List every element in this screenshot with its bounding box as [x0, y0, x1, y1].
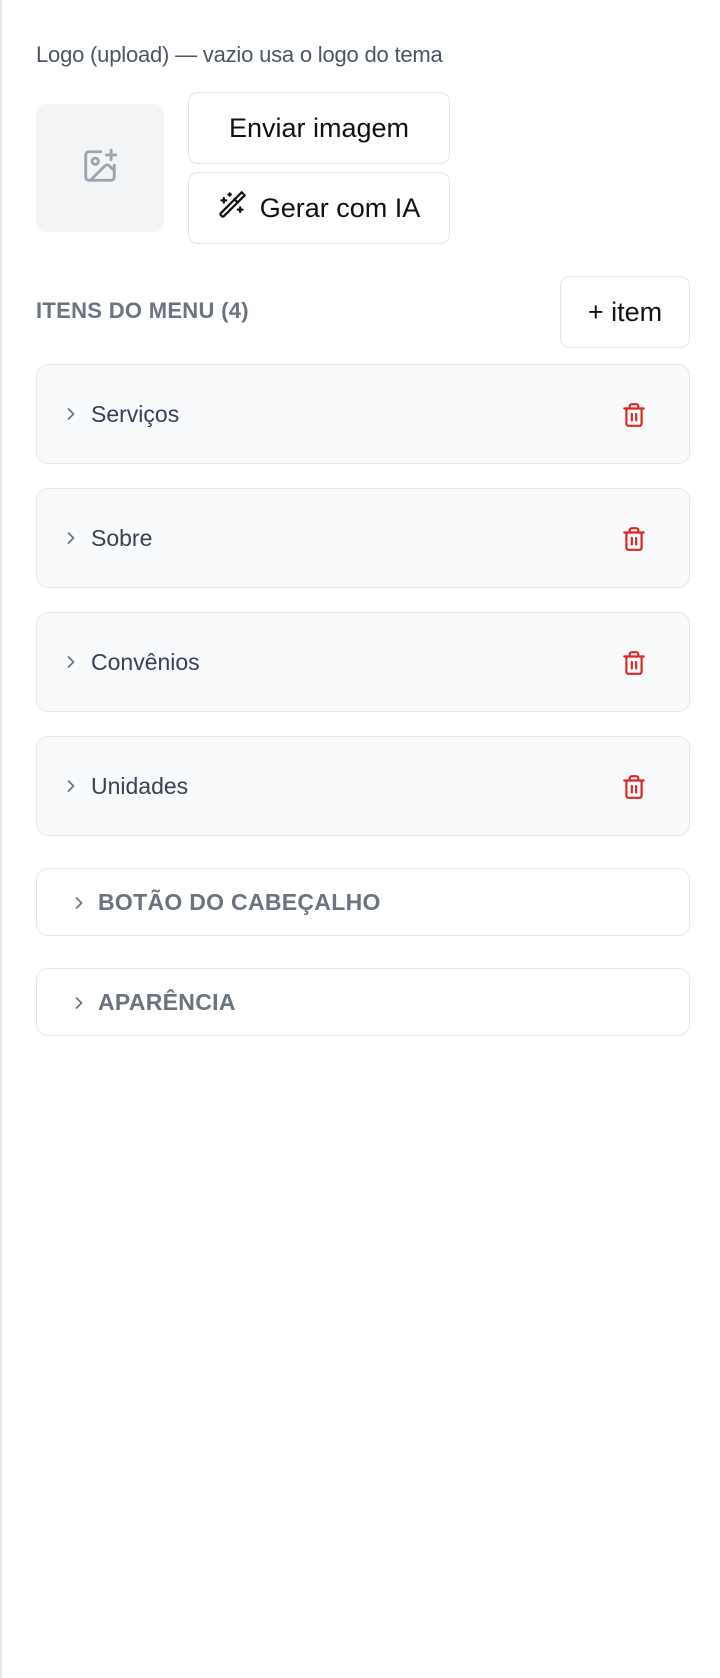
menu-item-convenios[interactable]: Convênios: [36, 612, 690, 712]
section-appearance[interactable]: APARÊNCIA: [36, 968, 690, 1036]
menu-item-label: Serviços: [91, 401, 180, 427]
menu-item-label: Convênios: [91, 649, 200, 675]
logo-label: Logo (upload) — vazio usa o logo do tema: [36, 42, 443, 67]
menu-item-servicos[interactable]: Serviços: [36, 364, 690, 464]
magic-wand-icon: [218, 190, 246, 226]
menu-item-sobre[interactable]: Sobre: [36, 488, 690, 588]
logo-preview[interactable]: [36, 104, 164, 232]
chevron-right-icon[interactable]: [61, 528, 81, 553]
section-header-button-label: BOTÃO DO CABEÇALHO: [98, 889, 381, 915]
generate-ai-label: Gerar com IA: [259, 192, 421, 223]
menu-item-label: Unidades: [91, 773, 189, 799]
trash-icon[interactable]: [621, 649, 647, 682]
chevron-right-icon[interactable]: [61, 652, 81, 677]
section-header-button[interactable]: BOTÃO DO CABEÇALHO: [36, 868, 690, 936]
trash-icon[interactable]: [621, 401, 647, 434]
editor-panel: Logo (upload) — vazio usa o logo do tema…: [0, 0, 720, 1678]
chevron-right-icon[interactable]: [61, 776, 81, 801]
generate-ai-button[interactable]: Gerar com IA: [188, 172, 450, 244]
chevron-right-icon: [69, 993, 89, 1018]
add-item-label: + item: [587, 296, 663, 327]
image-plus-icon: [81, 147, 119, 190]
upload-image-button[interactable]: Enviar imagem: [188, 92, 450, 164]
section-appearance-label: APARÊNCIA: [98, 989, 236, 1015]
menu-items-title: ITENS DO MENU (4): [36, 298, 249, 323]
menu-item-unidades[interactable]: Unidades: [36, 736, 690, 836]
upload-image-label: Enviar imagem: [228, 112, 410, 143]
menu-item-label: Sobre: [91, 525, 153, 551]
add-item-button[interactable]: + item: [560, 276, 690, 348]
chevron-right-icon[interactable]: [61, 404, 81, 429]
trash-icon[interactable]: [621, 525, 647, 558]
trash-icon[interactable]: [621, 773, 647, 806]
chevron-right-icon: [69, 893, 89, 918]
